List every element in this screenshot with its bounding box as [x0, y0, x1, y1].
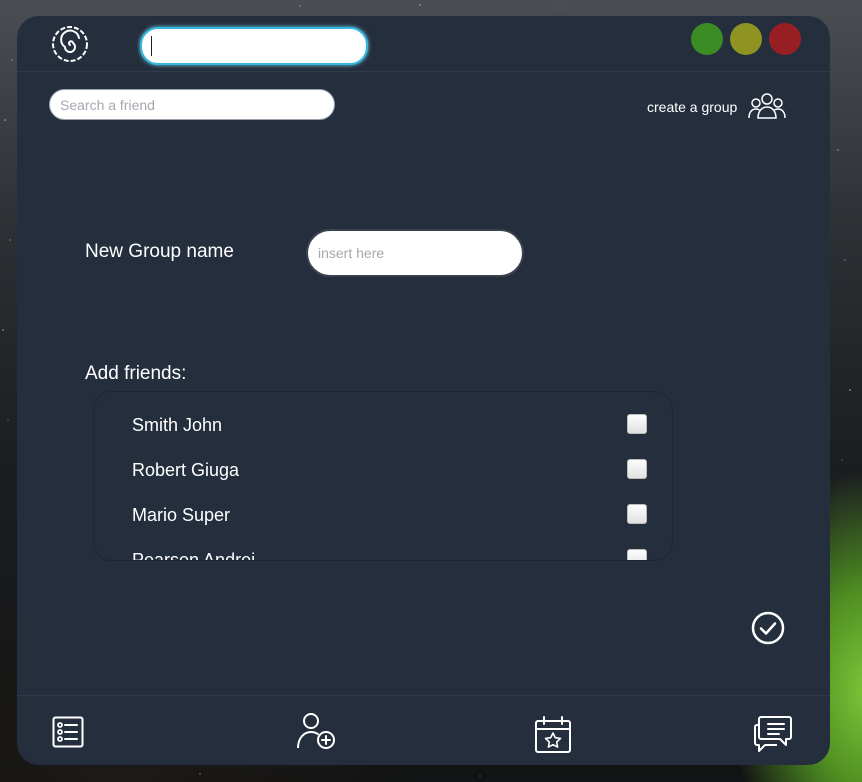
new-group-name-label: New Group name: [85, 241, 234, 262]
friend-item[interactable]: Pearson Andrei: [132, 547, 652, 561]
friend-checkbox[interactable]: [627, 504, 647, 524]
friend-item[interactable]: Robert Giuga: [132, 457, 652, 487]
friend-checkbox[interactable]: [627, 549, 647, 560]
title-bar: [17, 16, 830, 72]
friend-name: Robert Giuga: [132, 460, 240, 480]
add-friends-label: Add friends:: [85, 363, 187, 384]
friend-name: Pearson Andrei: [132, 550, 256, 561]
check-circle-icon[interactable]: [750, 610, 786, 646]
add-user-icon[interactable]: [297, 712, 337, 750]
group-name-input[interactable]: [306, 229, 524, 277]
title-text-input[interactable]: [140, 27, 368, 65]
text-caret: [151, 36, 152, 56]
friend-checkbox[interactable]: [627, 414, 647, 434]
bottom-nav: [17, 695, 830, 765]
friend-checkbox[interactable]: [627, 459, 647, 479]
friend-item[interactable]: Mario Super: [132, 502, 652, 532]
calendar-star-icon[interactable]: [534, 716, 572, 754]
app-window: create a group New Group name Add friend…: [17, 16, 830, 765]
friend-item[interactable]: Smith John: [132, 412, 652, 442]
close-button[interactable]: [769, 23, 801, 55]
search-friend-input[interactable]: [49, 89, 335, 120]
minimize-button[interactable]: [730, 23, 762, 55]
chat-icon[interactable]: [753, 715, 793, 753]
group-icon: [748, 93, 787, 119]
spiral-logo-icon: [52, 26, 88, 62]
create-group-button[interactable]: create a group: [647, 92, 787, 122]
friend-name: Mario Super: [132, 505, 231, 525]
maximize-button[interactable]: [691, 23, 723, 55]
create-group-label: create a group: [647, 99, 738, 115]
list-icon[interactable]: [52, 716, 84, 748]
friends-list[interactable]: Smith John Robert Giuga Mario Super Pear…: [93, 391, 673, 561]
friend-name: Smith John: [132, 415, 223, 435]
